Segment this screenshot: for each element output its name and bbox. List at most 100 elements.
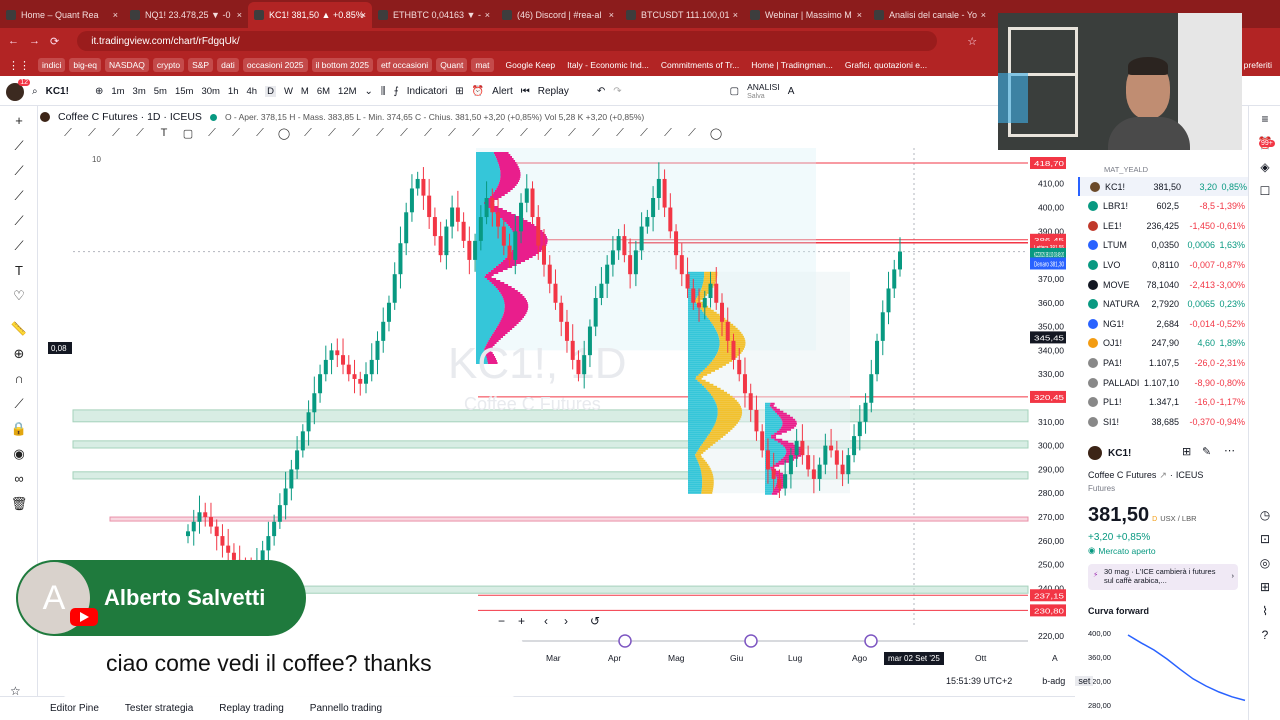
forward-icon[interactable]: → [29,35,40,47]
price-label[interactable]: 237,15 [1030,589,1066,602]
bottom-tab[interactable]: Pannello trading [310,703,382,714]
price-label[interactable]: 418,70 [1030,157,1066,169]
grid-icon[interactable]: ⊞ [1182,445,1191,458]
trendline-icon[interactable]: ⟋ [10,137,28,155]
price-label[interactable]: 345,45 [1030,331,1066,344]
watchlist-section-title[interactable]: MAT_YEALD [1104,165,1148,174]
price-label[interactable]: 320,45 [1030,390,1066,403]
profile-avatar[interactable]: 12 [6,78,30,101]
bookmark-folder[interactable]: il bottom 2025 [311,58,373,72]
detail-name[interactable]: Coffee C Futures [1088,470,1156,481]
event-marker-icon[interactable] [618,634,632,648]
watchlist-row[interactable]: NG1! 2,684 -0,014 -0,52% [1078,314,1248,333]
settings-icon[interactable]: ⟋ [682,127,702,145]
text-icon[interactable]: T [154,127,174,145]
heart-icon[interactable]: ♡ [10,287,28,305]
rectangle-icon[interactable]: ▢ [178,127,198,145]
layout-icon[interactable]: ⊞ [455,86,463,97]
close-icon[interactable]: × [237,10,242,20]
trash-icon[interactable]: 🗑 [10,495,28,513]
watchlist-row[interactable]: MOVE 78,1040 -2,413 -3,00% [1078,275,1248,294]
bookmark-link[interactable]: Commitments of Tr... [661,60,739,70]
event-marker-icon[interactable] [744,634,758,648]
prediction-icon[interactable]: ⟋ [10,212,28,230]
timeframe-button[interactable]: 3m [133,86,146,97]
cursor-icon[interactable]: ⟋ [58,127,78,145]
text-icon[interactable]: T [10,262,28,280]
pattern-icon[interactable]: ⟋ [10,187,28,205]
watchlist-row[interactable]: LTUM 0,0350 0,0006 1,63% [1078,236,1248,255]
analysis-menu[interactable]: ANALISI Salva [747,82,780,101]
bookmark-link[interactable]: Grafici, quotazioni e... [845,60,927,70]
volume-profile-icon[interactable]: ⟋ [586,127,606,145]
bookmark-folder[interactable]: occasioni 2025 [242,58,308,72]
link-icon[interactable]: ∞ [10,470,28,488]
circle-icon[interactable]: ◯ [274,127,294,145]
extended-line-icon[interactable]: ⟋ [394,127,414,145]
watchlist-row[interactable]: LVO 0,8110 -0,007 -0,87% [1078,255,1248,274]
shapes-icon[interactable]: ⟋ [250,127,270,145]
hotlist-icon[interactable]: ⌇ [1256,604,1274,622]
bookmark-folder[interactable]: Quant [436,58,468,72]
bookmark-link[interactable]: preferiti [1244,60,1272,70]
watchlist-icon[interactable]: ≡ [1256,112,1274,130]
zoom-in-icon[interactable]: + [518,614,525,628]
browser-tab[interactable]: (46) Discord | #rea-al × [496,2,620,28]
chat-icon[interactable]: ☐ [1256,184,1274,202]
forecast-icon[interactable]: ⟋ [658,127,678,145]
watchlist-row[interactable]: OJ1! 247,90 4,60 1,89% [1078,334,1248,353]
bottom-tab[interactable]: Replay trading [219,703,283,714]
vertical-line-icon[interactable]: ⟋ [418,127,438,145]
ruler-icon[interactable]: 📏 [10,320,28,338]
measure-icon[interactable]: ⟋ [634,127,654,145]
zoom-icon[interactable]: ⊕ [10,345,28,363]
lock-drawing-icon[interactable]: ⟋ [10,395,28,413]
arrow-icon[interactable]: ⟋ [322,127,342,145]
bookmark-folder[interactable]: etf occasioni [376,58,433,72]
browser-tab[interactable]: KC1! 381,50 ▲ +0.85% × [248,2,372,28]
undo-icon[interactable]: ↶ [597,86,605,97]
text-size-icon[interactable]: A [788,86,795,97]
chart-title[interactable]: Coffee C Futures · 1D · ICEUS [58,111,202,123]
star-icon[interactable]: ☆ [967,35,977,48]
bookmark-link[interactable]: Google Keep [506,60,556,70]
session-toggle[interactable]: set [1075,676,1094,686]
support-zone[interactable] [72,471,1029,480]
rotate-icon[interactable]: ⟋ [298,127,318,145]
watchlist-row[interactable]: PALLADI 1.107,10 -8,90 -0,80% [1078,373,1248,392]
close-icon[interactable]: × [485,10,490,20]
cross-icon[interactable]: ⟋ [442,127,462,145]
crosshair-icon[interactable]: + [10,112,28,130]
browser-tab[interactable]: BTCUSDT 111.100,01 × [620,2,744,28]
play-icon[interactable]: ◯ [706,127,726,145]
watchlist-row[interactable]: LBR1! 602,5 -8,5 -1,39% [1078,197,1248,216]
anchored-vwap-icon[interactable]: ⟋ [610,127,630,145]
timeframe-button[interactable]: W [284,86,293,97]
timeframe-button[interactable]: 6M [317,86,330,97]
horizontal-ray-icon[interactable]: ⟋ [370,127,390,145]
brush-icon[interactable]: ⟋ [466,127,486,145]
bookmark-folder[interactable]: big-eq [69,58,102,72]
date-range-icon[interactable]: ⟋ [538,127,558,145]
browser-tab[interactable]: Home – Quant Rea × [0,2,124,28]
bookmark-folder[interactable]: NASDAQ [105,58,149,72]
long-position-icon[interactable]: ⟋ [562,127,582,145]
watchlist-row[interactable]: KC1! 381,50 3,20 0,85% [1078,177,1248,196]
timeframe-button[interactable]: 30m [201,86,219,97]
more-icon[interactable]: ⋯ [1224,444,1235,457]
replay-button[interactable]: Replay [538,86,569,97]
alert-button[interactable]: Alert [492,86,513,97]
redo-icon[interactable]: ↷ [613,86,621,97]
replay-icon[interactable]: ⏮ [521,86,530,97]
close-icon[interactable]: × [981,10,986,20]
lock-icon[interactable]: 🔒 [10,420,28,438]
bookmark-folder[interactable]: indici [38,58,66,72]
zoom-out-icon[interactable]: − [498,614,505,628]
reset-icon[interactable]: ↺ [590,614,600,628]
bottom-tab[interactable]: Editor Pine [50,703,99,714]
timeframe-button[interactable]: 12M [338,86,356,97]
apps-icon[interactable]: ⋮⋮ [8,59,30,72]
timeframe-button[interactable]: 15m [175,86,193,97]
resistance-band[interactable] [109,516,1029,522]
bookmark-folder[interactable]: mat [471,58,494,72]
